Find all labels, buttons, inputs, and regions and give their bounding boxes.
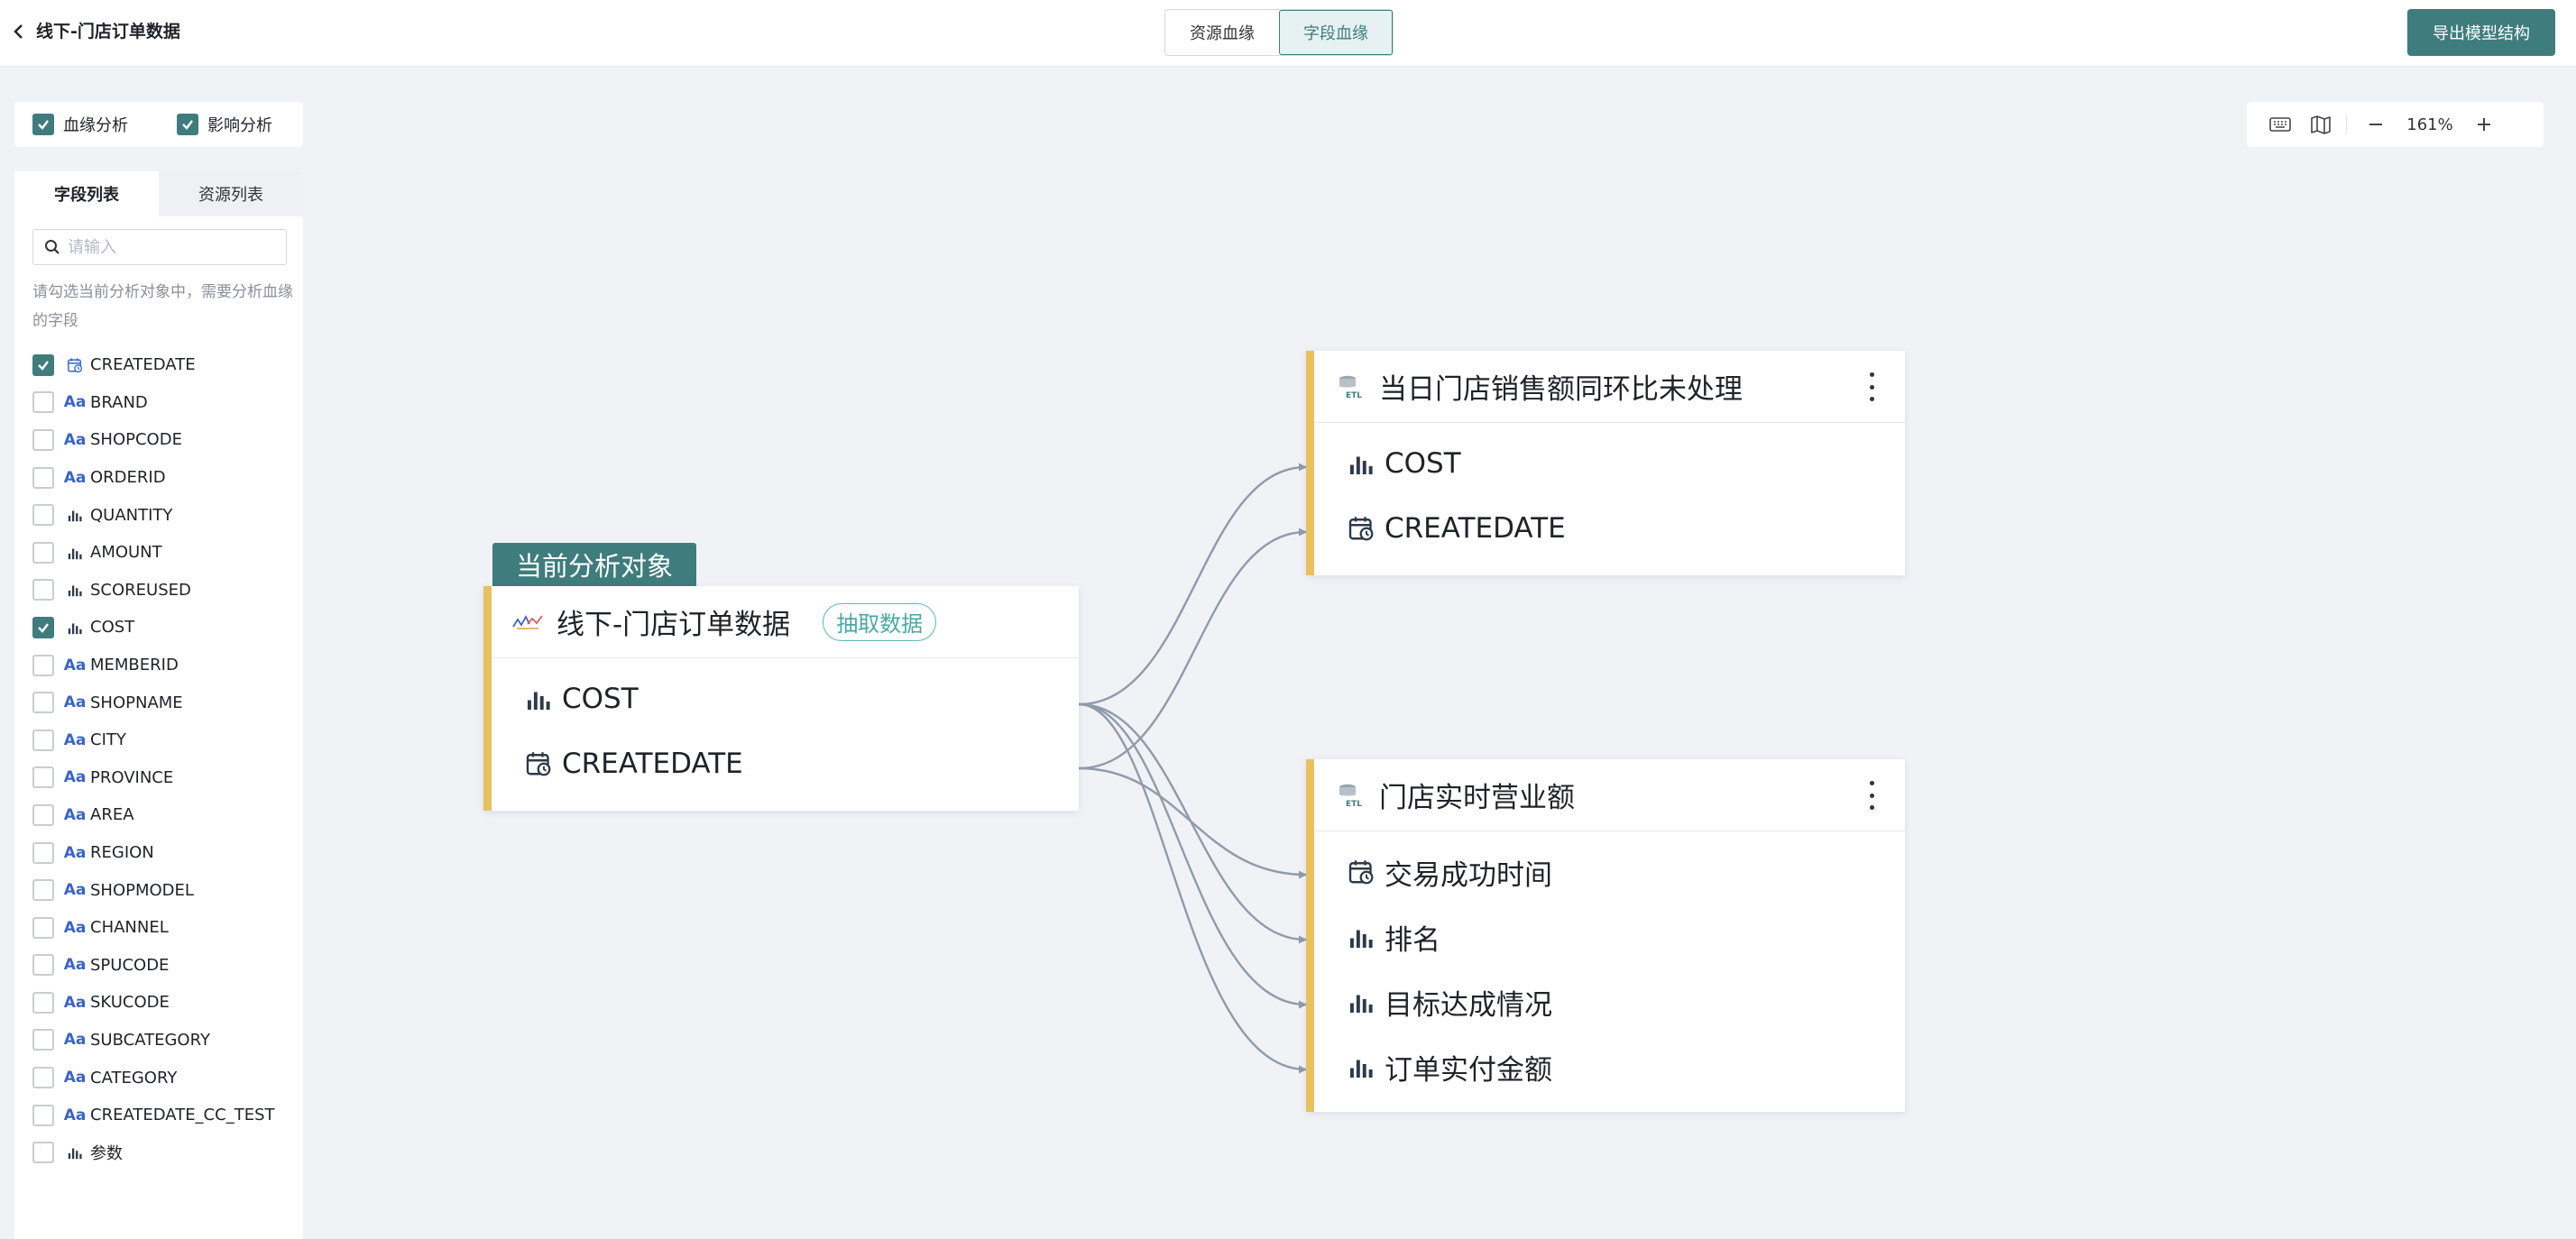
measure-field-icon	[522, 683, 555, 715]
extract-data-badge: 抽取数据	[823, 602, 937, 641]
measure-field-icon	[1345, 986, 1377, 1018]
etl-icon: ETL	[1332, 369, 1368, 405]
date-field-icon	[1345, 856, 1377, 888]
node-title: 门店实时营业额	[1379, 782, 1575, 814]
node-fields: COST CREATEDATE	[1314, 423, 1905, 561]
dataset-logo-icon	[510, 604, 546, 640]
node-field[interactable]: COST	[492, 666, 1079, 731]
node-header: ETL 门店实时营业额	[1314, 759, 1905, 831]
node-header: 线下-门店订单数据 抽取数据	[492, 586, 1079, 658]
node-field[interactable]: CREATEDATE	[1314, 496, 1905, 561]
node-field-name: CREATEDATE	[1385, 512, 1566, 545]
node-field-name: 交易成功时间	[1385, 858, 1552, 892]
date-field-icon	[522, 748, 555, 780]
link-createdate-to-trade-time	[1078, 766, 1307, 879]
more-vertical-icon[interactable]	[1865, 781, 1878, 810]
target-node[interactable]: ETL 门店实时营业额 交易成功时间 排名目标达成情况 订单实付金额	[1306, 759, 1905, 1112]
node-field[interactable]: CREATEDATE	[492, 731, 1079, 796]
link-cost-to-goal	[1078, 702, 1307, 1009]
measure-field-icon	[1345, 1051, 1377, 1083]
source-node[interactable]: 线下-门店订单数据 抽取数据 COST CREATEDATE	[483, 586, 1079, 811]
node-fields: 交易成功时间 排名目标达成情况 订单实付金额	[1314, 831, 1905, 1099]
node-field-name: 目标达成情况	[1385, 988, 1552, 1022]
node-fields: COST CREATEDATE	[492, 658, 1079, 796]
node-header: ETL 当日门店销售额同环比未处理	[1314, 351, 1905, 423]
svg-text:ETL: ETL	[1346, 391, 1362, 400]
link-cost-to-cost	[1078, 463, 1307, 706]
more-vertical-icon[interactable]	[1865, 372, 1878, 401]
node-field[interactable]: 排名	[1314, 904, 1905, 969]
node-field-name: COST	[1385, 447, 1461, 480]
node-title: 当日门店销售额同环比未处理	[1379, 373, 1743, 406]
node-field-name: 订单实付金额	[1385, 1053, 1552, 1087]
link-createdate-to-createdate	[1078, 528, 1307, 770]
node-field[interactable]: 目标达成情况	[1314, 969, 1905, 1034]
node-field[interactable]: 订单实付金额	[1314, 1034, 1905, 1099]
svg-text:ETL: ETL	[1346, 800, 1362, 809]
node-field[interactable]: COST	[1314, 431, 1905, 496]
etl-icon: ETL	[1332, 777, 1368, 813]
node-field[interactable]: 交易成功时间	[1314, 840, 1905, 904]
node-field-name: COST	[562, 683, 639, 715]
date-field-icon	[1345, 512, 1377, 545]
lineage-links	[1078, 463, 1307, 1074]
measure-field-icon	[1345, 447, 1377, 480]
target-node[interactable]: ETL 当日门店销售额同环比未处理 COST CREATEDATE	[1306, 351, 1905, 575]
current-object-tag: 当前分析对象	[492, 543, 696, 586]
node-title: 线下-门店订单数据	[557, 609, 791, 641]
node-field-name: 排名	[1385, 923, 1440, 957]
measure-field-icon	[1345, 921, 1377, 953]
node-field-name: CREATEDATE	[562, 748, 743, 780]
